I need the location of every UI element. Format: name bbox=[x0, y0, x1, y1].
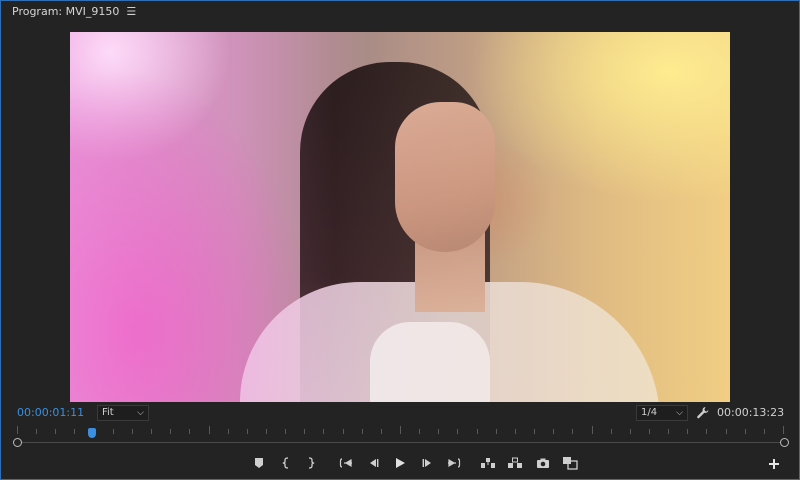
ruler-tick bbox=[343, 429, 344, 434]
chevron-down-icon: ⌵ bbox=[137, 408, 144, 418]
add-marker-icon bbox=[255, 458, 263, 468]
go-to-in-icon bbox=[339, 458, 352, 468]
ruler-tick bbox=[515, 429, 516, 434]
zoom-handle-right[interactable] bbox=[780, 438, 789, 447]
ruler-tick bbox=[74, 429, 75, 434]
mark-in-button[interactable] bbox=[278, 455, 294, 471]
program-monitor-header: Program: MVI_9150 ☰ bbox=[0, 0, 800, 22]
ruler-tick bbox=[189, 429, 190, 434]
extract-icon bbox=[508, 457, 522, 468]
panel-title: Program: MVI_9150 bbox=[12, 4, 120, 18]
step-forward-icon bbox=[422, 459, 431, 467]
ruler-tick bbox=[209, 426, 210, 434]
play-icon bbox=[396, 458, 405, 468]
go-to-in-button[interactable] bbox=[338, 455, 354, 471]
play-button[interactable] bbox=[392, 455, 408, 471]
ruler-tick bbox=[228, 429, 229, 434]
ruler-tick bbox=[534, 429, 535, 434]
ruler-tick bbox=[113, 429, 114, 434]
wrench-icon[interactable] bbox=[696, 405, 710, 419]
ruler-tick bbox=[304, 429, 305, 434]
ruler-tick bbox=[496, 429, 497, 434]
plus-icon[interactable] bbox=[767, 456, 781, 470]
ruler-tick bbox=[438, 429, 439, 434]
ruler-tick bbox=[668, 429, 669, 434]
ruler-tick bbox=[381, 429, 382, 434]
program-video-frame[interactable] bbox=[70, 32, 730, 402]
step-forward-button[interactable] bbox=[420, 455, 436, 471]
playback-resolution-select[interactable]: 1/4 ⌵ bbox=[636, 405, 688, 421]
ruler-tick bbox=[630, 429, 631, 434]
ruler-tick bbox=[572, 429, 573, 434]
lift-icon bbox=[481, 458, 495, 468]
ruler-tick bbox=[764, 429, 765, 434]
ruler-tick bbox=[247, 429, 248, 434]
time-ruler[interactable] bbox=[17, 426, 784, 440]
ruler-tick bbox=[611, 429, 612, 434]
ruler-tick bbox=[477, 429, 478, 434]
ruler-tick bbox=[55, 429, 56, 434]
ruler-tick bbox=[132, 429, 133, 434]
step-back-button[interactable] bbox=[365, 455, 381, 471]
step-back-icon bbox=[370, 459, 379, 467]
navigator-track[interactable] bbox=[20, 442, 780, 443]
ruler-tick bbox=[362, 429, 363, 434]
mark-in-icon bbox=[282, 457, 289, 469]
ruler-tick bbox=[592, 426, 593, 434]
export-frame-button[interactable] bbox=[535, 455, 551, 471]
video-light-leak bbox=[70, 32, 730, 402]
ruler-tick bbox=[419, 429, 420, 434]
ruler-tick bbox=[745, 429, 746, 434]
ruler-tick bbox=[266, 429, 267, 434]
ruler-tick bbox=[457, 429, 458, 434]
export-frame-icon bbox=[537, 458, 549, 468]
ruler-tick bbox=[649, 429, 650, 434]
zoom-level-value: Fit bbox=[102, 407, 114, 418]
ruler-tick bbox=[323, 429, 324, 434]
ruler-tick bbox=[17, 426, 18, 434]
ruler-tick bbox=[783, 426, 784, 434]
playhead-timecode[interactable]: 00:00:01:11 bbox=[17, 406, 84, 420]
go-to-out-button[interactable] bbox=[446, 455, 462, 471]
mark-out-icon bbox=[308, 457, 315, 469]
hamburger-menu-icon[interactable]: ☰ bbox=[126, 5, 136, 18]
mark-out-button[interactable] bbox=[303, 455, 319, 471]
ruler-tick bbox=[687, 429, 688, 434]
go-to-out-icon bbox=[448, 458, 461, 468]
ruler-tick bbox=[285, 429, 286, 434]
ruler-tick bbox=[553, 429, 554, 434]
duration-timecode: 00:00:13:23 bbox=[717, 406, 785, 419]
ruler-tick bbox=[36, 429, 37, 434]
extract-button[interactable] bbox=[507, 455, 523, 471]
comparison-view-button[interactable] bbox=[562, 455, 578, 471]
ruler-tick bbox=[706, 429, 707, 434]
ruler-tick bbox=[400, 426, 401, 434]
zoom-level-select[interactable]: Fit ⌵ bbox=[97, 405, 149, 421]
ruler-tick bbox=[151, 429, 152, 434]
playback-resolution-value: 1/4 bbox=[641, 407, 658, 418]
zoom-handle-left[interactable] bbox=[13, 438, 22, 447]
lift-button[interactable] bbox=[480, 455, 496, 471]
ruler-tick bbox=[170, 429, 171, 434]
playhead-handle[interactable] bbox=[88, 428, 96, 438]
chevron-down-icon: ⌵ bbox=[676, 408, 683, 418]
comparison-view-icon bbox=[563, 457, 578, 470]
add-marker-button[interactable] bbox=[251, 455, 267, 471]
ruler-tick bbox=[726, 429, 727, 434]
